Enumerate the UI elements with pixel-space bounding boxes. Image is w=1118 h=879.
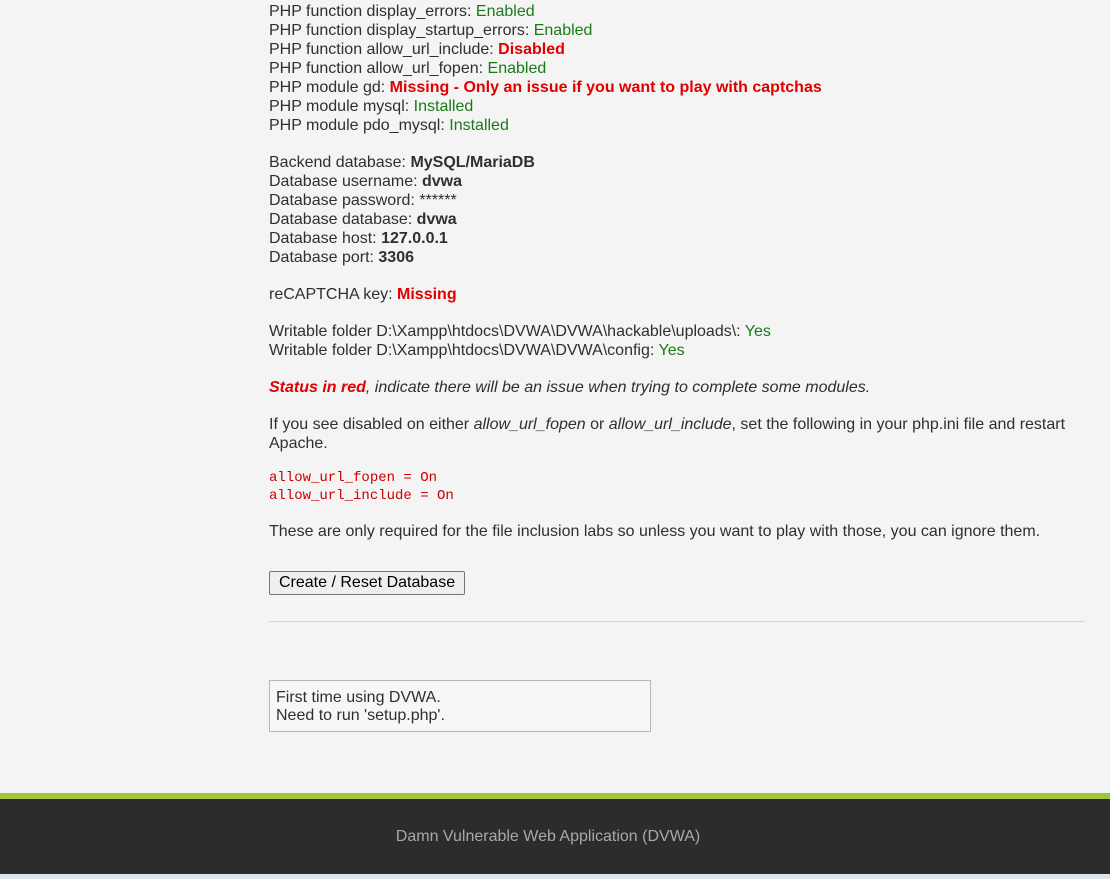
footer: Damn Vulnerable Web Application (DVWA) xyxy=(0,799,1110,879)
php-check-gd: PHP module gd: Missing - Only an issue i… xyxy=(269,79,822,96)
database-name: Database database: dvwa xyxy=(269,211,457,228)
php-ini-code: allow_url_fopen = On allow_url_include =… xyxy=(269,469,1085,505)
footer-text: Damn Vulnerable Web Application (DVWA) xyxy=(395,828,701,845)
database-password: Database password: ****** xyxy=(269,192,457,209)
status-enabled: Enabled xyxy=(533,22,593,39)
database-info: Backend database: MySQL/MariaDB Database… xyxy=(269,153,1085,267)
status-enabled: Enabled xyxy=(487,60,547,77)
writable-folder-uploads: Writable folder D:\Xampp\htdocs\DVWA\DVW… xyxy=(269,323,771,340)
writable-folders: Writable folder D:\Xampp\htdocs\DVWA\DVW… xyxy=(269,322,1085,360)
page-edge xyxy=(1110,0,1118,879)
status-installed: Installed xyxy=(413,98,474,115)
inclusion-note: These are only required for the file inc… xyxy=(269,523,1041,540)
create-reset-database-button[interactable]: Create / Reset Database xyxy=(269,571,466,595)
database-port: Database port: 3306 xyxy=(269,249,414,266)
database-host: Database host: 127.0.0.1 xyxy=(269,230,448,247)
instructions: If you see disabled on either allow_url_… xyxy=(269,416,1066,452)
page-bottom-edge xyxy=(0,874,1110,879)
php-check-allow-url-fopen: PHP function allow_url_fopen: Enabled xyxy=(269,60,547,77)
code-line: allow_url_include = On xyxy=(269,488,454,504)
status-installed: Installed xyxy=(449,117,509,134)
recaptcha-key: reCAPTCHA key: Missing xyxy=(269,286,457,303)
database-username: Database username: dvwa xyxy=(269,173,462,190)
message-line: First time using DVWA. xyxy=(276,689,441,706)
message-box: First time using DVWA. Need to run 'setu… xyxy=(269,680,651,732)
php-check-mysql: PHP module mysql: Installed xyxy=(269,98,474,115)
php-check-pdo-mysql: PHP module pdo_mysql: Installed xyxy=(269,117,509,134)
status-enabled: Enabled xyxy=(475,3,535,20)
message-line: Need to run 'setup.php'. xyxy=(276,707,445,724)
php-check-display-errors: PHP function display_errors: Enabled xyxy=(269,3,535,20)
status-missing: Missing - Only an issue if you want to p… xyxy=(389,79,822,96)
writable-folder-config: Writable folder D:\Xampp\htdocs\DVWA\DVW… xyxy=(269,342,685,359)
php-check-allow-url-include: PHP function allow_url_include: Disabled xyxy=(269,41,565,58)
status-disabled: Disabled xyxy=(498,41,565,58)
setup-check-panel: PHP function display_errors: Enabled PHP… xyxy=(269,2,1085,732)
php-checks: PHP function display_errors: Enabled PHP… xyxy=(269,2,1085,135)
backend-database: Backend database: MySQL/MariaDB xyxy=(269,154,535,171)
status-yes: Yes xyxy=(658,342,685,359)
code-line: allow_url_fopen = On xyxy=(269,470,438,486)
status-yes: Yes xyxy=(744,323,771,340)
status-note: Status in red, indicate there will be an… xyxy=(269,379,871,396)
php-check-display-startup-errors: PHP function display_startup_errors: Ena… xyxy=(269,22,593,39)
status-missing: Missing xyxy=(397,286,457,303)
